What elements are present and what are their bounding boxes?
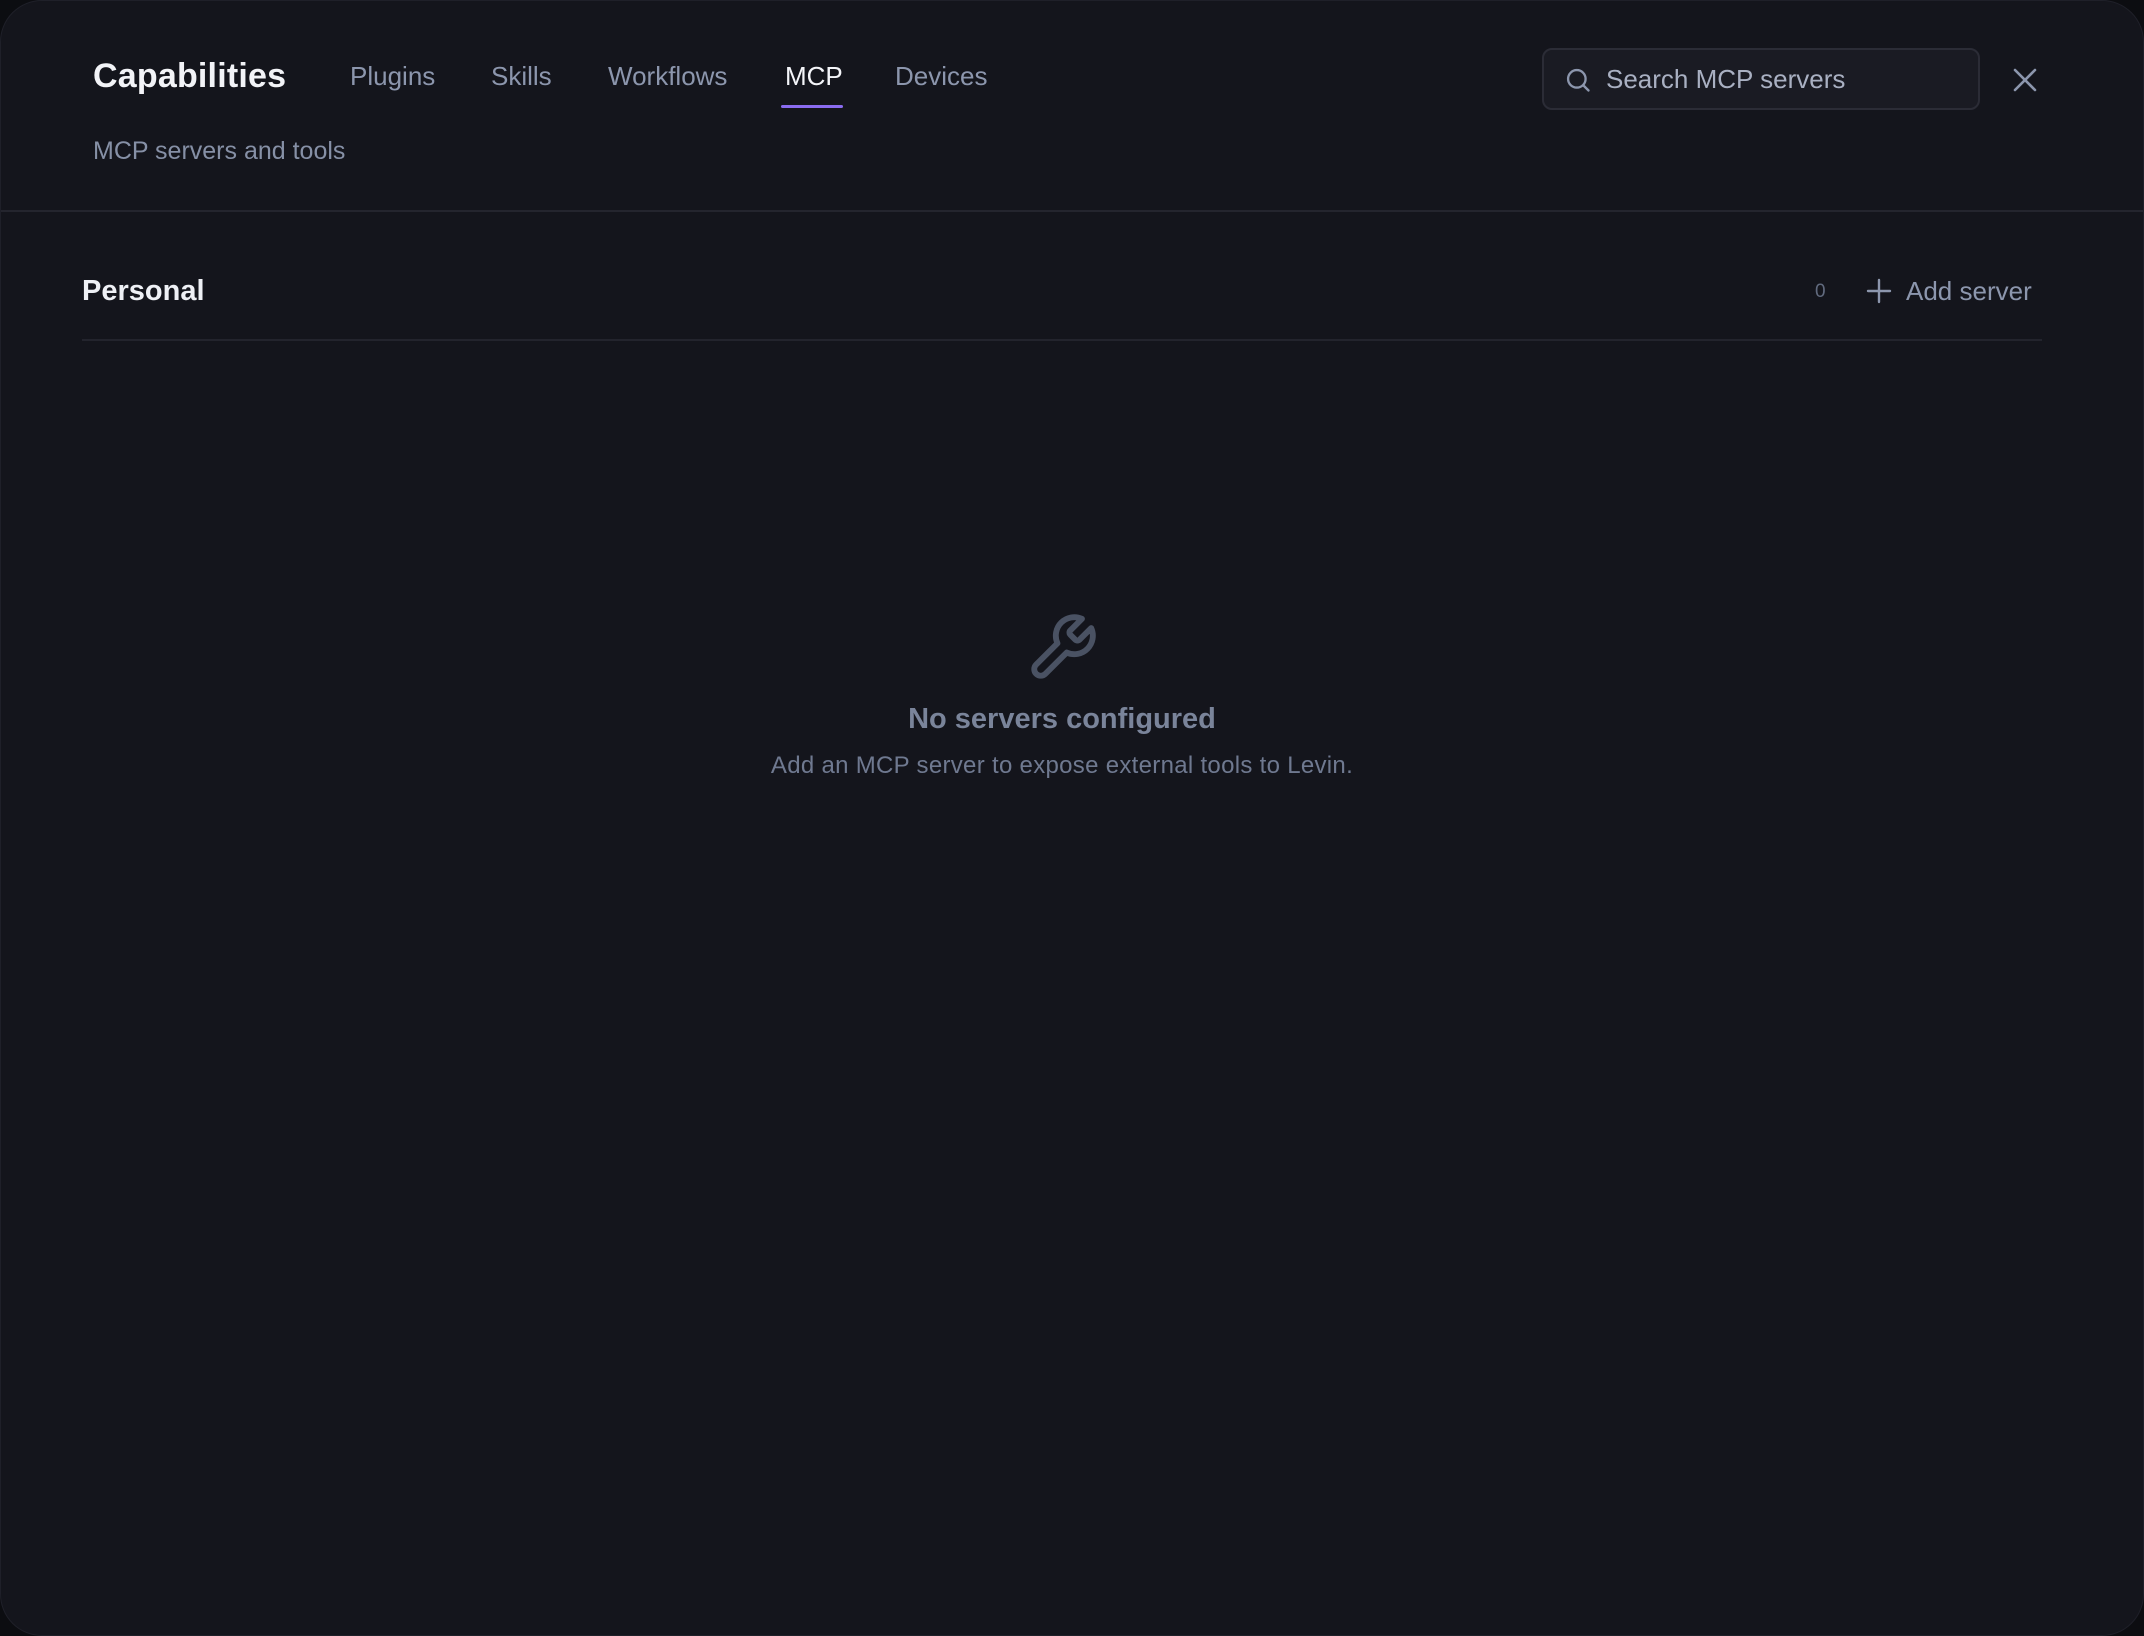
search-input[interactable] [1606, 50, 1966, 108]
tab-workflows[interactable]: Workflows [608, 61, 727, 92]
tab-mcp[interactable]: MCP [785, 61, 843, 92]
capabilities-window: Capabilities MCP servers and tools Plugi… [0, 0, 2144, 1636]
header: Capabilities MCP servers and tools Plugi… [1, 1, 2143, 212]
server-count: 0 [1815, 281, 1826, 302]
empty-state-title: No servers configured [908, 703, 1216, 735]
active-tab-indicator [781, 105, 843, 108]
page-subtitle: MCP servers and tools [93, 137, 346, 165]
empty-state: No servers configured Add an MCP server … [1, 611, 2123, 780]
add-server-label: Add server [1906, 276, 2032, 306]
personal-section-header: Personal 0 Add server [82, 251, 2042, 341]
section-title: Personal [82, 275, 205, 307]
empty-state-description: Add an MCP server to expose external too… [770, 752, 1354, 779]
tab-devices[interactable]: Devices [895, 61, 987, 92]
tab-skills[interactable]: Skills [491, 61, 552, 92]
page-title: Capabilities [93, 57, 287, 95]
wrench-icon [1031, 614, 1096, 679]
close-icon[interactable] [2005, 63, 2045, 97]
plus-icon [1866, 278, 1892, 304]
search-icon [1566, 68, 1590, 92]
tab-plugins[interactable]: Plugins [350, 61, 435, 92]
search-box[interactable] [1542, 48, 1980, 110]
